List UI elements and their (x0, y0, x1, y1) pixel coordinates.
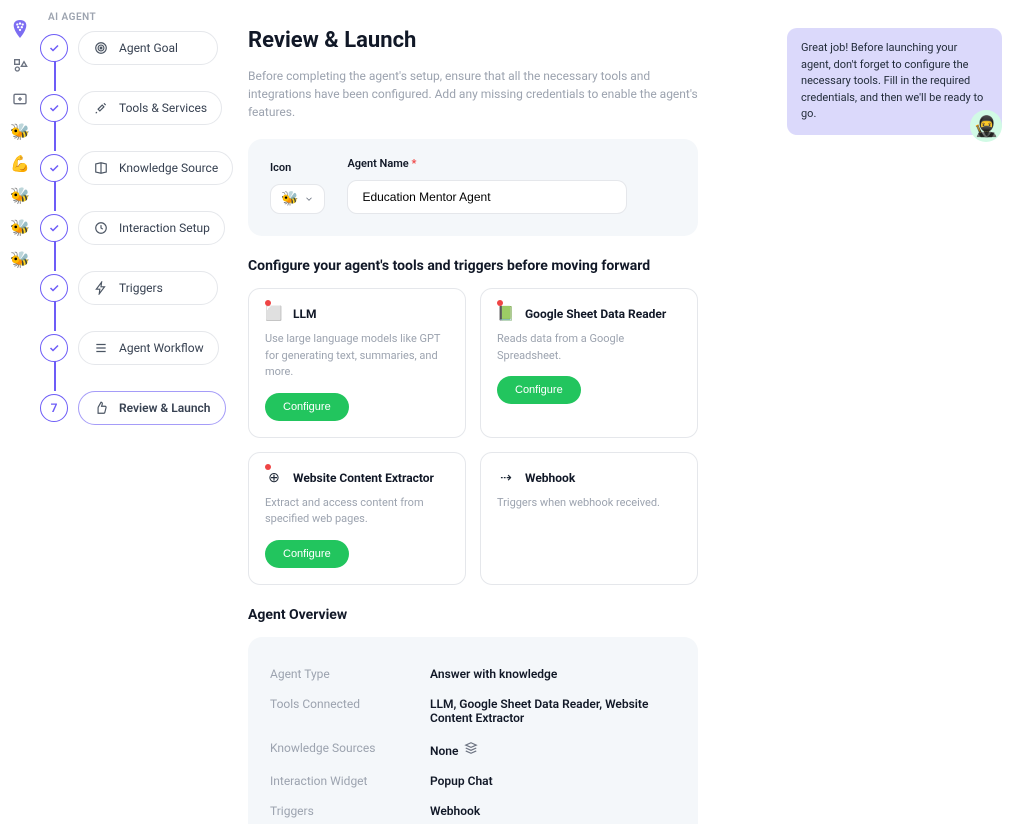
step-interaction-setup[interactable]: Interaction Setup (40, 211, 240, 245)
agent-icon-preview: 🐝 (281, 191, 298, 207)
overview-panel: Agent Type Answer with knowledge Tools C… (248, 637, 698, 824)
stack-icon (464, 741, 478, 755)
tool-icon: ⇢ (497, 469, 515, 487)
step-status-icon (40, 154, 68, 182)
overview-label: Interaction Widget (270, 774, 430, 788)
tools-icon (93, 100, 109, 116)
step-agent-goal[interactable]: Agent Goal (40, 31, 240, 65)
overview-row: Triggers Webhook (270, 796, 676, 824)
tool-desc: Use large language models like GPT for g… (265, 331, 449, 381)
configure-button[interactable]: Configure (265, 540, 349, 568)
step-status-icon (40, 334, 68, 362)
overview-row: Interaction Widget Popup Chat (270, 766, 676, 796)
tool-card: ⬜ LLM Use large language models like GPT… (248, 288, 466, 438)
step-label: Interaction Setup (119, 221, 210, 235)
step-knowledge-source[interactable]: Knowledge Source (40, 151, 240, 185)
step-triggers[interactable]: Triggers (40, 271, 240, 305)
alert-dot-icon (265, 464, 271, 470)
overview-label: Knowledge Sources (270, 741, 430, 758)
step-status-icon: 7 (40, 394, 68, 422)
assistant-avatar[interactable]: 🥷 (970, 110, 1002, 142)
step-pill[interactable]: Tools & Services (78, 91, 222, 125)
target-icon (93, 40, 109, 56)
bolt-icon (93, 280, 109, 296)
tool-desc: Extract and access content from specifie… (265, 495, 449, 528)
page-lead: Before completing the agent's setup, ens… (248, 67, 708, 121)
thumb-icon (93, 400, 109, 416)
overview-row: Tools Connected LLM, Google Sheet Data R… (270, 689, 676, 733)
rail-add-icon[interactable] (11, 90, 29, 108)
step-label: Review & Launch (119, 401, 211, 415)
tool-desc: Triggers when webhook received. (497, 495, 681, 512)
tool-title: Webhook (525, 471, 575, 485)
step-pill[interactable]: Triggers (78, 271, 218, 305)
agent-icon-selector[interactable]: 🐝 (270, 184, 325, 214)
chat-icon (93, 220, 109, 236)
overview-value: Answer with knowledge (430, 667, 676, 681)
rail-shapes-icon[interactable] (11, 56, 29, 74)
step-label: Triggers (119, 281, 163, 295)
tool-card: ⊕ Website Content Extractor Extract and … (248, 452, 466, 585)
tool-icon: ⬜ (265, 305, 283, 323)
step-label: Agent Workflow (119, 341, 204, 355)
overview-value: None (430, 741, 676, 758)
agent-name-input[interactable] (347, 180, 627, 214)
book-icon (93, 160, 109, 176)
rail-agent-5[interactable]: 🐝 (10, 252, 30, 268)
step-status-icon (40, 214, 68, 242)
rail-agent-2[interactable]: 💪 (10, 156, 30, 172)
configure-button[interactable]: Configure (497, 376, 581, 404)
alert-dot-icon (497, 300, 503, 306)
step-status-icon (40, 34, 68, 62)
assistant-tip: Great job! Before launching your agent, … (787, 28, 1002, 135)
nav-rail: 🐝 💪 🐝 🐝 🐝 (0, 0, 40, 824)
tool-title: LLM (293, 307, 317, 321)
step-pill[interactable]: Agent Workflow (78, 331, 219, 365)
alert-dot-icon (265, 300, 271, 306)
tool-desc: Reads data from a Google Spreadsheet. (497, 331, 681, 364)
step-label: Agent Goal (119, 41, 178, 55)
tool-title: Website Content Extractor (293, 471, 434, 485)
step-agent-workflow[interactable]: Agent Workflow (40, 331, 240, 365)
tool-card: ⇢ Webhook Triggers when webhook received… (480, 452, 698, 585)
tool-card: 📗 Google Sheet Data Reader Reads data fr… (480, 288, 698, 438)
overview-row: Knowledge Sources None (270, 733, 676, 766)
step-tools-services[interactable]: Tools & Services (40, 91, 240, 125)
overview-label: Tools Connected (270, 697, 430, 725)
step-status-icon (40, 94, 68, 122)
step-pill[interactable]: Review & Launch (78, 391, 226, 425)
step-review-launch[interactable]: 7 Review & Launch (40, 391, 240, 425)
rail-agent-4[interactable]: 🐝 (10, 220, 30, 236)
step-pill[interactable]: Agent Goal (78, 31, 218, 65)
rail-agent-3[interactable]: 🐝 (10, 188, 30, 204)
tool-cards: ⬜ LLM Use large language models like GPT… (248, 288, 698, 585)
tool-icon: ⊕ (265, 469, 283, 487)
stepper: AI AGENT Agent Goal Tools & Services Kno… (40, 0, 240, 824)
step-pill[interactable]: Knowledge Source (78, 151, 233, 185)
overview-label: Agent Type (270, 667, 430, 681)
step-label: Knowledge Source (119, 161, 218, 175)
tool-icon: 📗 (497, 305, 515, 323)
flow-icon (93, 340, 109, 356)
rail-agent-1[interactable]: 🐝 (10, 124, 30, 140)
overview-value: Webhook (430, 804, 676, 818)
step-label: Tools & Services (119, 101, 207, 115)
overview-label: Triggers (270, 804, 430, 818)
chevron-down-icon (304, 194, 314, 204)
overview-row: Agent Type Answer with knowledge (270, 659, 676, 689)
overview-value: Popup Chat (430, 774, 676, 788)
sidebar-title: AI AGENT (40, 12, 240, 23)
step-status-icon (40, 274, 68, 302)
name-label: Agent Name * (347, 157, 676, 170)
step-pill[interactable]: Interaction Setup (78, 211, 225, 245)
tool-title: Google Sheet Data Reader (525, 307, 666, 321)
configure-heading: Configure your agent's tools and trigger… (248, 258, 1004, 274)
agent-name-card: Icon 🐝 Agent Name * (248, 139, 698, 236)
icon-label: Icon (270, 161, 325, 174)
overview-value: LLM, Google Sheet Data Reader, Website C… (430, 697, 676, 725)
overview-heading: Agent Overview (248, 607, 1004, 623)
app-logo[interactable] (11, 18, 29, 40)
configure-button[interactable]: Configure (265, 393, 349, 421)
